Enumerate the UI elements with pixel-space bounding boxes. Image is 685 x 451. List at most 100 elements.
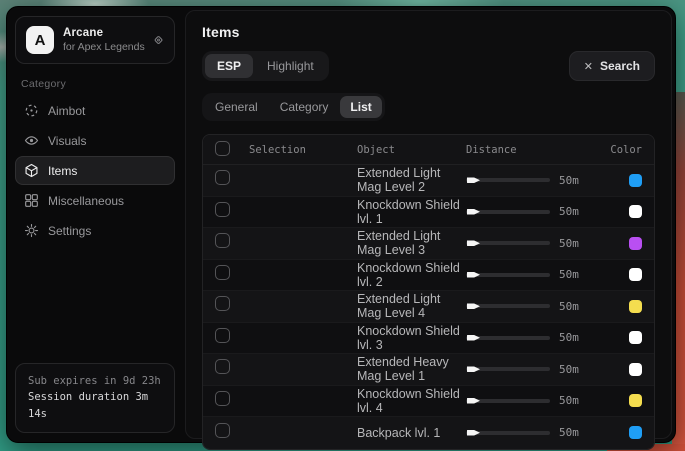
- table-row: Extended Heavy Mag Level 1 50m: [203, 354, 654, 386]
- distance-value: 50m: [559, 394, 579, 407]
- color-swatch[interactable]: [629, 300, 642, 313]
- sub-expiry-text: Sub expires in 9d 23h: [28, 373, 162, 390]
- search-button-label: Search: [600, 59, 640, 73]
- toolbar: ESPHighlight ✕ Search: [202, 51, 655, 81]
- close-icon: ✕: [584, 60, 593, 73]
- distance-value: 50m: [559, 237, 579, 250]
- distance-value: 50m: [559, 426, 579, 439]
- slider-knob[interactable]: [467, 397, 480, 405]
- table-row: Knockdown Shield lvl. 1 50m: [203, 197, 654, 229]
- color-swatch[interactable]: [629, 394, 642, 407]
- subscription-status-card: Sub expires in 9d 23h Session duration 3…: [15, 363, 175, 433]
- sidebar-item-settings[interactable]: Settings: [15, 216, 175, 245]
- sidebar: A Arcane for Apex Legends Category Aimbo…: [7, 7, 183, 442]
- color-swatch[interactable]: [629, 426, 642, 439]
- view-tabs: GeneralCategoryList: [202, 93, 385, 121]
- grid-icon: [24, 193, 39, 208]
- column-header-color: Color: [608, 144, 642, 156]
- items-table: Selection Object Distance Color Extended…: [202, 134, 655, 450]
- color-swatch[interactable]: [629, 237, 642, 250]
- row-checkbox[interactable]: [215, 265, 230, 280]
- distance-slider[interactable]: [466, 210, 550, 214]
- row-checkbox[interactable]: [215, 296, 230, 311]
- object-cell: Extended Light Mag Level 4: [357, 292, 466, 320]
- table-row: Knockdown Shield lvl. 2 50m: [203, 260, 654, 292]
- select-all-checkbox[interactable]: [215, 141, 230, 156]
- distance-slider[interactable]: [466, 336, 550, 340]
- row-checkbox[interactable]: [215, 233, 230, 248]
- distance-slider[interactable]: [466, 431, 550, 435]
- category-section-label: Category: [21, 78, 175, 90]
- table-row: Knockdown Shield lvl. 3 50m: [203, 323, 654, 355]
- color-swatch[interactable]: [629, 331, 642, 344]
- column-header-distance: Distance: [466, 144, 608, 156]
- slider-knob[interactable]: [467, 365, 480, 373]
- color-swatch[interactable]: [629, 363, 642, 376]
- slider-knob[interactable]: [467, 334, 480, 342]
- column-header-object: Object: [357, 144, 466, 156]
- tab-general[interactable]: General: [205, 96, 268, 118]
- gem-icon[interactable]: [152, 34, 165, 47]
- table-row: Extended Light Mag Level 4 50m: [203, 291, 654, 323]
- distance-value: 50m: [559, 331, 579, 344]
- tab-esp[interactable]: ESP: [205, 54, 253, 78]
- sidebar-item-label: Items: [48, 164, 77, 178]
- table-row: Backpack lvl. 1 50m: [203, 417, 654, 449]
- slider-knob[interactable]: [467, 302, 480, 310]
- row-checkbox[interactable]: [215, 328, 230, 343]
- tab-list[interactable]: List: [340, 96, 381, 118]
- distance-value: 50m: [559, 300, 579, 313]
- sidebar-item-label: Aimbot: [48, 104, 85, 118]
- object-cell: Knockdown Shield lvl. 2: [357, 261, 466, 289]
- distance-slider[interactable]: [466, 304, 550, 308]
- mode-tabs: ESPHighlight: [202, 51, 329, 81]
- tab-category[interactable]: Category: [270, 96, 339, 118]
- distance-value: 50m: [559, 363, 579, 376]
- slider-knob[interactable]: [467, 271, 480, 279]
- slider-knob[interactable]: [467, 429, 480, 437]
- color-swatch[interactable]: [629, 174, 642, 187]
- distance-slider[interactable]: [466, 241, 550, 245]
- color-swatch[interactable]: [629, 268, 642, 281]
- column-header-selection: Selection: [249, 144, 357, 156]
- app-subtitle: for Apex Legends: [63, 41, 145, 53]
- object-cell: Knockdown Shield lvl. 3: [357, 324, 466, 352]
- object-cell: Extended Heavy Mag Level 1: [357, 355, 466, 383]
- row-checkbox[interactable]: [215, 170, 230, 185]
- sidebar-item-miscellaneous[interactable]: Miscellaneous: [15, 186, 175, 215]
- slider-knob[interactable]: [467, 208, 480, 216]
- slider-knob[interactable]: [467, 176, 480, 184]
- table-row: Extended Light Mag Level 3 50m: [203, 228, 654, 260]
- app-logo-card: A Arcane for Apex Legends: [15, 16, 175, 64]
- row-checkbox[interactable]: [215, 202, 230, 217]
- row-checkbox[interactable]: [215, 391, 230, 406]
- sidebar-item-visuals[interactable]: Visuals: [15, 126, 175, 155]
- table-row: Extended Light Mag Level 2 50m: [203, 165, 654, 197]
- object-cell: Extended Light Mag Level 2: [357, 166, 466, 194]
- sidebar-item-items[interactable]: Items: [15, 156, 175, 185]
- gear-icon: [24, 223, 39, 238]
- eye-icon: [24, 133, 39, 148]
- tab-highlight[interactable]: Highlight: [255, 54, 326, 78]
- session-duration-text: Session duration 3m 14s: [28, 389, 162, 423]
- distance-value: 50m: [559, 268, 579, 281]
- distance-value: 50m: [559, 205, 579, 218]
- slider-knob[interactable]: [467, 239, 480, 247]
- row-checkbox[interactable]: [215, 423, 230, 438]
- distance-slider[interactable]: [466, 178, 550, 182]
- sidebar-item-label: Miscellaneous: [48, 194, 124, 208]
- distance-slider[interactable]: [466, 367, 550, 371]
- main-panel: Items ESPHighlight ✕ Search GeneralCateg…: [185, 10, 672, 439]
- color-swatch[interactable]: [629, 205, 642, 218]
- sidebar-item-label: Settings: [48, 224, 91, 238]
- search-button[interactable]: ✕ Search: [569, 51, 655, 81]
- sidebar-item-label: Visuals: [48, 134, 86, 148]
- page-title: Items: [202, 24, 655, 40]
- distance-value: 50m: [559, 174, 579, 187]
- object-cell: Backpack lvl. 1: [357, 426, 466, 440]
- distance-slider[interactable]: [466, 273, 550, 277]
- sidebar-item-aimbot[interactable]: Aimbot: [15, 96, 175, 125]
- distance-slider[interactable]: [466, 399, 550, 403]
- row-checkbox[interactable]: [215, 359, 230, 374]
- app-logo: A: [26, 26, 54, 54]
